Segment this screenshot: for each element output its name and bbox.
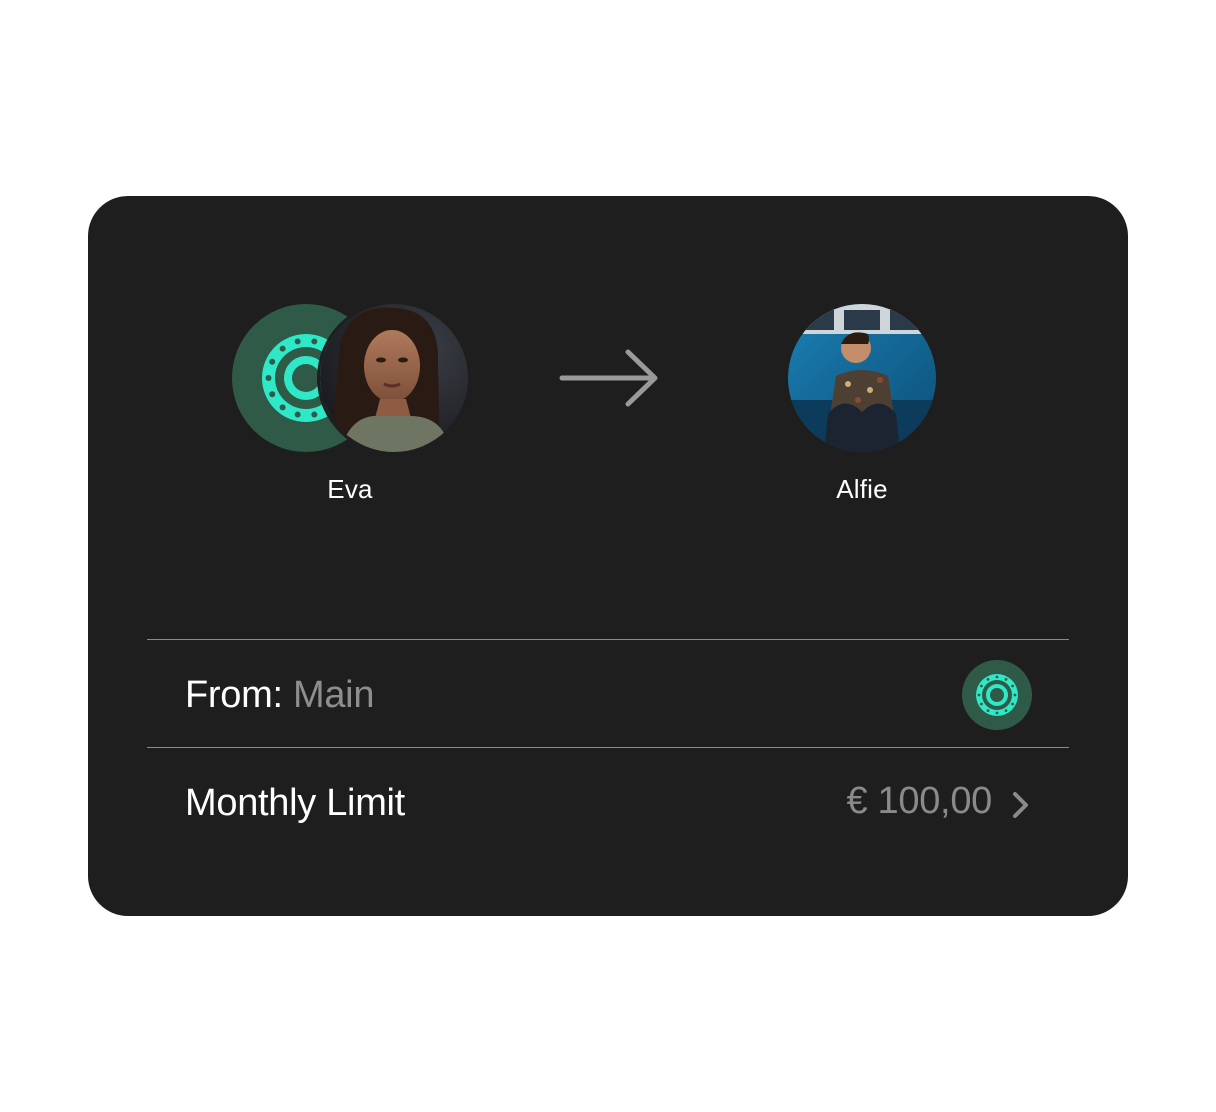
account-icon-dot xyxy=(980,702,983,706)
account-icon-dot xyxy=(995,711,999,715)
account-icon-dot xyxy=(269,358,276,365)
account-icon[interactable] xyxy=(962,660,1032,730)
divider xyxy=(147,747,1069,748)
account-icon-dot xyxy=(279,345,286,352)
account-icon-dot xyxy=(269,391,276,398)
account-icon-dot xyxy=(1004,678,1008,681)
sender-name: Eva xyxy=(327,474,373,504)
account-icon-dot xyxy=(986,678,990,681)
from-field: From: Main xyxy=(185,674,374,717)
divider xyxy=(147,639,1069,640)
eva-avatar xyxy=(320,304,468,452)
account-icon-dot xyxy=(1004,709,1008,712)
account-icon-dot xyxy=(265,375,272,381)
recipient[interactable]: Alfie xyxy=(764,304,960,505)
from-label: From: xyxy=(185,674,283,716)
account-icon-dot xyxy=(311,338,318,345)
account-icon-dot xyxy=(294,338,301,345)
transfer-card: Eva Alfie From: Main Monthly Limit € 100… xyxy=(88,196,1128,916)
account-icon-dot xyxy=(1011,684,1014,688)
alfie-avatar xyxy=(788,304,936,452)
chevron-right-icon[interactable] xyxy=(1010,790,1032,825)
account-icon-dot xyxy=(977,693,981,697)
from-account-value: Main xyxy=(292,674,375,716)
account-icon-dot xyxy=(995,675,999,679)
account-icon-dot xyxy=(1011,702,1014,706)
monthly-limit-label: Monthly Limit xyxy=(185,782,405,824)
sender[interactable]: Eva xyxy=(232,304,468,505)
recipient-avatar-group xyxy=(788,304,936,452)
account-icon-dot xyxy=(294,411,301,418)
arrow-right-icon xyxy=(558,346,662,415)
account-icon-dot xyxy=(1013,693,1017,697)
recipient-name: Alfie xyxy=(836,474,888,504)
monthly-limit-value: € 100,00 xyxy=(846,780,992,822)
account-icon-dot xyxy=(980,684,983,688)
account-icon-dot xyxy=(311,411,318,418)
account-icon-dot xyxy=(986,709,990,712)
account-icon-dot xyxy=(279,404,286,411)
sender-avatar-group xyxy=(232,304,468,452)
